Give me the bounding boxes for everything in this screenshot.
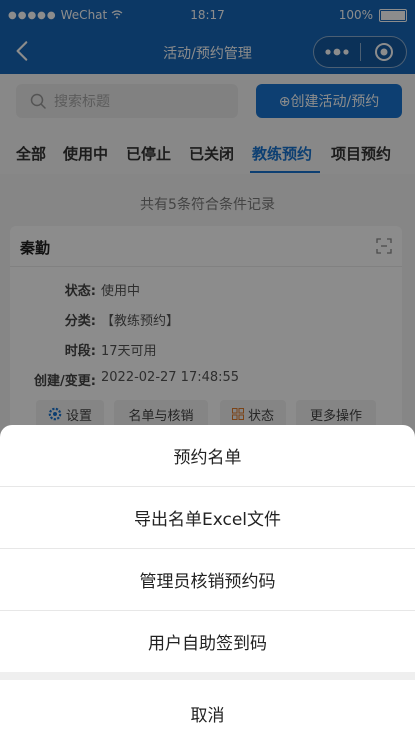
- sheet-divider: [0, 672, 415, 680]
- action-export-excel[interactable]: 导出名单Excel文件: [0, 487, 415, 549]
- cancel-button[interactable]: 取消: [0, 680, 415, 746]
- action-self-checkin-code[interactable]: 用户自助签到码: [0, 611, 415, 672]
- action-sheet: 预约名单 导出名单Excel文件 管理员核销预约码 用户自助签到码 取消: [0, 425, 415, 746]
- action-admin-verify-code[interactable]: 管理员核销预约码: [0, 549, 415, 611]
- action-booking-list[interactable]: 预约名单: [0, 425, 415, 487]
